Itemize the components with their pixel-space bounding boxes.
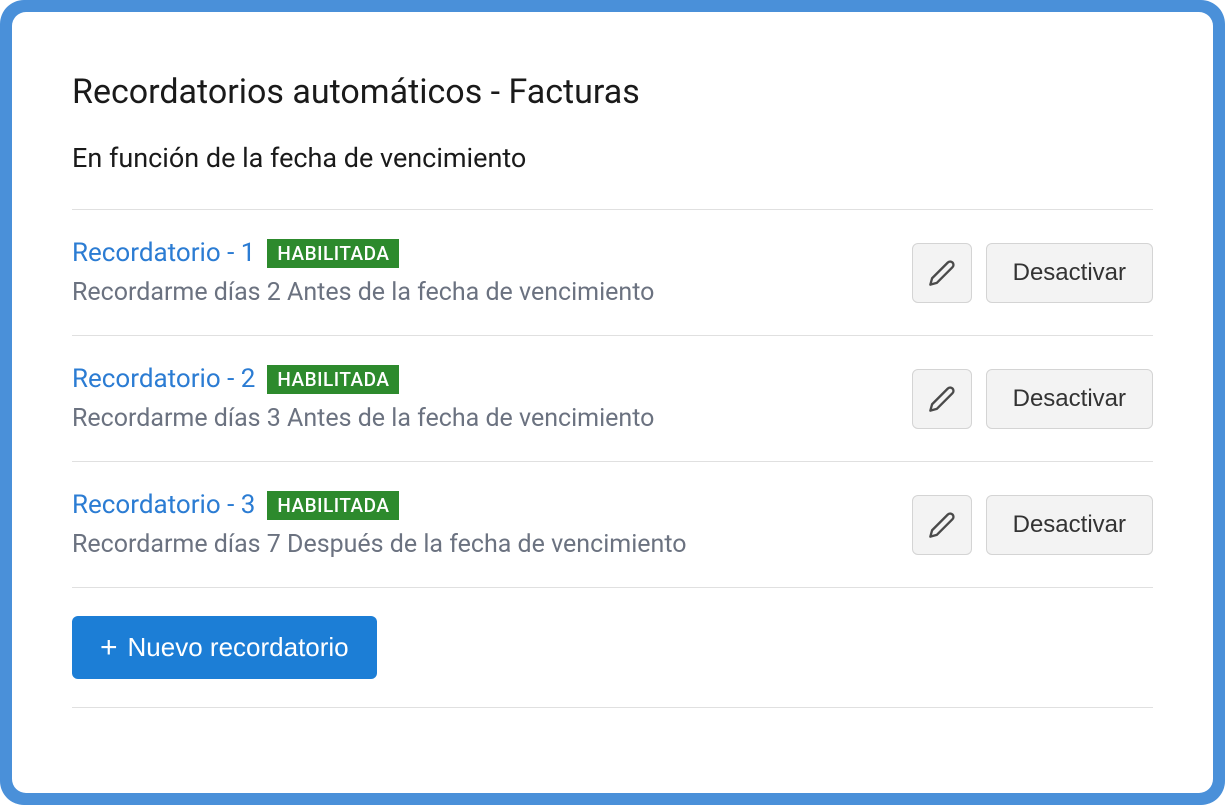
status-badge: HABILITADA	[267, 365, 399, 394]
reminder-link[interactable]: Recordatorio - 2	[72, 364, 255, 394]
reminder-info: Recordatorio - 1 HABILITADA Recordarme d…	[72, 238, 654, 307]
page-title: Recordatorios automáticos - Facturas	[72, 72, 1153, 112]
plus-icon: +	[100, 633, 118, 663]
reminder-row: Recordatorio - 1 HABILITADA Recordarme d…	[72, 210, 1153, 336]
deactivate-button[interactable]: Desactivar	[986, 369, 1153, 429]
reminder-actions: Desactivar	[912, 243, 1153, 303]
reminder-link[interactable]: Recordatorio - 3	[72, 490, 255, 520]
reminder-header: Recordatorio - 3 HABILITADA	[72, 490, 687, 520]
deactivate-button[interactable]: Desactivar	[986, 495, 1153, 555]
pencil-icon	[928, 259, 956, 287]
reminder-row: Recordatorio - 3 HABILITADA Recordarme d…	[72, 462, 1153, 588]
content-card: Recordatorios automáticos - Facturas En …	[12, 12, 1213, 793]
reminder-description: Recordarme días 7 Después de la fecha de…	[72, 530, 687, 559]
edit-button[interactable]	[912, 243, 972, 303]
page-subtitle: En función de la fecha de vencimiento	[72, 142, 1153, 174]
app-frame: Recordatorios automáticos - Facturas En …	[0, 0, 1225, 805]
reminder-header: Recordatorio - 2 HABILITADA	[72, 364, 654, 394]
reminder-description: Recordarme días 2 Antes de la fecha de v…	[72, 278, 654, 307]
status-badge: HABILITADA	[267, 239, 399, 268]
reminder-description: Recordarme días 3 Antes de la fecha de v…	[72, 404, 654, 433]
reminder-link[interactable]: Recordatorio - 1	[72, 238, 255, 268]
add-reminder-label: Nuevo recordatorio	[128, 632, 349, 663]
divider	[72, 707, 1153, 708]
reminder-info: Recordatorio - 3 HABILITADA Recordarme d…	[72, 490, 687, 559]
pencil-icon	[928, 511, 956, 539]
edit-button[interactable]	[912, 369, 972, 429]
reminder-header: Recordatorio - 1 HABILITADA	[72, 238, 654, 268]
pencil-icon	[928, 385, 956, 413]
reminder-row: Recordatorio - 2 HABILITADA Recordarme d…	[72, 336, 1153, 462]
status-badge: HABILITADA	[267, 491, 399, 520]
add-reminder-button[interactable]: + Nuevo recordatorio	[72, 616, 377, 679]
reminder-actions: Desactivar	[912, 369, 1153, 429]
deactivate-button[interactable]: Desactivar	[986, 243, 1153, 303]
reminder-info: Recordatorio - 2 HABILITADA Recordarme d…	[72, 364, 654, 433]
edit-button[interactable]	[912, 495, 972, 555]
reminder-actions: Desactivar	[912, 495, 1153, 555]
